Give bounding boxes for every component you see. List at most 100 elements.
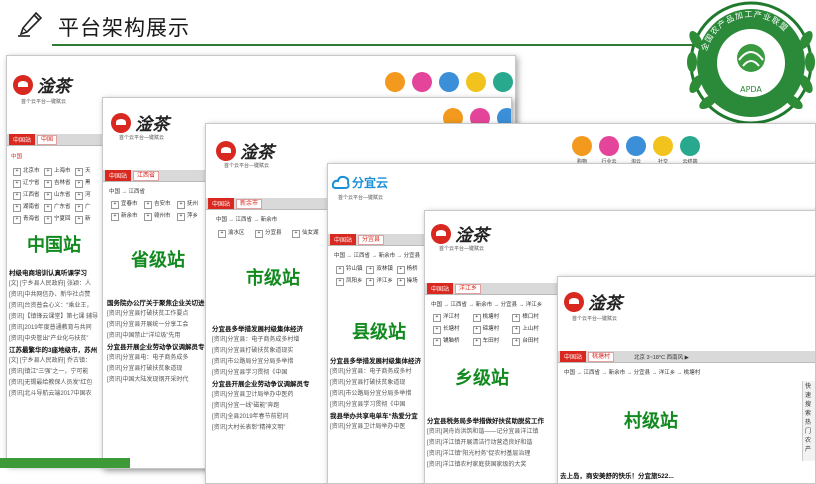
station-tag[interactable]: 中国站 [330,234,357,245]
region-link[interactable]: 碲塘村 [473,324,510,334]
news-item[interactable]: [资讯]分宜一线“磁能”奔跑 [212,401,326,412]
news-item[interactable]: [资讯]分宜县开展统一分享工会 [107,320,207,331]
news-item[interactable]: [资讯]北斗导航云端2017中国农 [9,389,105,400]
region-link[interactable]: 樟口村 [512,312,549,322]
station-tag[interactable]: 中国站 [560,351,587,362]
region-link[interactable]: 上海市 [44,166,72,176]
news-item[interactable]: [资讯]分宜县：电子商务成多村增 [212,335,326,346]
news-item[interactable]: [资讯]洋江镇开展清洁行动营造良好和谐 [427,438,557,449]
region-link[interactable]: 黑 [75,178,103,188]
news-item[interactable]: [资讯]中央管出“产业化与扶贫” [9,334,105,345]
region-link[interactable]: 广东省 [44,202,72,212]
tao-cloud-icon[interactable] [439,72,459,92]
news-item[interactable]: [资讯]洞舟尚洪筑和谐——记分宜县洋江镇 [427,427,557,438]
region-link[interactable]: 桃塘村 [473,312,510,322]
shopping-cart-icon[interactable] [385,72,405,92]
region-link[interactable]: 宜春市 [111,199,141,209]
region-link[interactable]: 萍乡 [177,211,207,221]
region-link[interactable]: 车田村 [473,336,510,346]
news-item[interactable]: [文] [宁乡县人民政府] 张颖：人 [9,279,105,290]
region-link[interactable]: 新余市 [111,211,141,221]
news-item[interactable]: [资讯]大村长表彰“精神文明” [212,423,326,434]
news-headline[interactable]: 分宜县多举措发展村级集体经济 [330,356,426,367]
news-item[interactable]: [资讯]市公路局分宜分局多举措 [212,357,326,368]
news-headline[interactable]: 我县举办共享电单车“热爱分宜 [330,411,426,422]
region-link[interactable]: 青海省 [13,214,41,224]
station-select[interactable]: 桃塘村 [588,351,615,362]
region-link[interactable]: 辽宁省 [13,178,41,188]
news-item[interactable]: [资讯]洋江镇“阳光村务”促农村基层治理 [427,449,557,460]
cloud-terminal-icon[interactable] [493,72,513,92]
news-headline[interactable]: 分宜县开展企业劳动争议调解员专 [212,379,326,390]
station-tag[interactable]: 中国站 [105,170,132,181]
shopping-cart-icon[interactable] [572,136,592,156]
news-item[interactable]: [资讯]市公路局分宜分局多举措 [330,389,426,400]
news-item[interactable]: [资讯]分宜县打破扶贫工作要点 [107,309,207,320]
cloud-terminal-icon[interactable] [680,136,700,156]
region-link[interactable]: 上山村 [512,324,549,334]
region-link[interactable]: 抚州 [177,199,207,209]
region-link[interactable]: 洋江乡 [366,276,393,286]
news-item[interactable]: [资讯]分宜县打破扶贫象道现实 [212,346,326,357]
news-item[interactable]: [资讯]2019年度普通教育与共同 [9,323,105,334]
station-tag[interactable]: 中国站 [9,134,36,145]
region-link[interactable]: 仙女湖 [292,228,326,238]
news-item[interactable]: [资讯]分宜县卫计局举办中医 [330,422,426,433]
region-link[interactable]: 凤阳乡 [336,276,363,286]
site-logo[interactable]: 淦茶 [111,110,169,135]
station-select[interactable]: 江西省 [133,170,160,181]
region-link[interactable]: 长塘村 [433,324,470,334]
news-item[interactable]: [资讯]分宜县学习贯彻《中国 [330,400,426,411]
social-icon[interactable] [653,136,673,156]
region-link[interactable]: 天 [75,166,103,176]
region-link[interactable]: 双林镇 [366,264,393,274]
region-link[interactable]: 台田村 [512,336,549,346]
region-link[interactable]: 山东省 [44,190,72,200]
industry-cloud-icon[interactable] [412,72,432,92]
news-item[interactable]: [资讯]分宜县电：电子商务成多 [107,353,207,364]
region-link[interactable]: 铺脑桥 [433,336,470,346]
region-link[interactable]: 广 [75,202,103,212]
news-item[interactable]: [资讯]全县2019年春节前慰问 [212,412,326,423]
region-link[interactable]: 新 [75,214,103,224]
social-icon[interactable] [466,72,486,92]
tao-cloud-icon[interactable] [626,136,646,156]
news-item[interactable]: [资讯]中共网信办、新华社点赞 [9,290,105,301]
station-tag[interactable]: 中国站 [427,283,454,294]
station-select[interactable]: 中国 [37,134,58,145]
news-headline[interactable]: 国务院办公厅关于聚焦企业关切进 [107,298,207,309]
industry-cloud-icon[interactable] [599,136,619,156]
region-link[interactable]: 杨桥 [397,264,424,274]
station-select[interactable]: 洋江乡 [455,283,482,294]
region-link[interactable]: 分宜县 [255,228,289,238]
news-item[interactable]: [资讯]镇江“三强”之一，宁可能 [9,367,105,378]
region-link[interactable]: 赣州市 [144,211,174,221]
region-link[interactable]: 操场 [397,276,424,286]
news-item[interactable]: [资讯]无锡最给教保人员发“红包 [9,378,105,389]
news-item[interactable]: [资讯]分宜县打破扶贫象道现 [330,378,426,389]
news-item[interactable]: [资讯]洋江镇农村家庭获国家级的大奖 [427,460,557,471]
news-item[interactable]: [资讯]分宜县打破扶贫象道现 [107,364,207,375]
news-item[interactable]: [资讯]分宜县：电子商务成多村 [330,367,426,378]
news-item[interactable]: [资讯]中国大陆发现钢开采时代 [107,375,207,386]
news-headline[interactable]: 村级电商培训认真听课学习 [9,268,105,279]
site-logo[interactable]: 淦茶 [13,72,71,97]
news-item[interactable]: [资讯]台资普会心义：“乘业王， [9,301,105,312]
region-link[interactable]: 河 [75,190,103,200]
region-link[interactable]: 渝水区 [218,228,252,238]
region-link[interactable]: 钤山镇 [336,264,363,274]
quick-search-panel[interactable]: 快速搜索热门农产 [802,381,815,461]
news-item[interactable]: [资讯]分宜县卫计局举办中医药 [212,390,326,401]
site-logo[interactable]: 淦茶 [216,138,274,163]
station-select[interactable]: 分宜县 [358,234,385,245]
region-link[interactable]: 湖南省 [13,202,41,212]
breadcrumb-current[interactable]: 中国 [11,154,22,160]
station-tag[interactable]: 中国站 [208,198,235,209]
news-item[interactable]: [文] [宁乡县人民政府] 乔古镇： [9,356,105,367]
news-headline[interactable]: 分宜县开展企业劳动争议调解员专 [107,342,207,353]
region-link[interactable]: 吉安市 [144,199,174,209]
news-item[interactable]: [资讯]分宜县学习贯彻《中国 [212,368,326,379]
news-headline[interactable]: 分宜县多举措发展村级集体经济 [212,324,326,335]
site-logo[interactable]: 淦茶 [431,221,489,246]
news-item[interactable]: [资讯]【镇锋云课堂】第七课 辅导 [9,312,105,323]
